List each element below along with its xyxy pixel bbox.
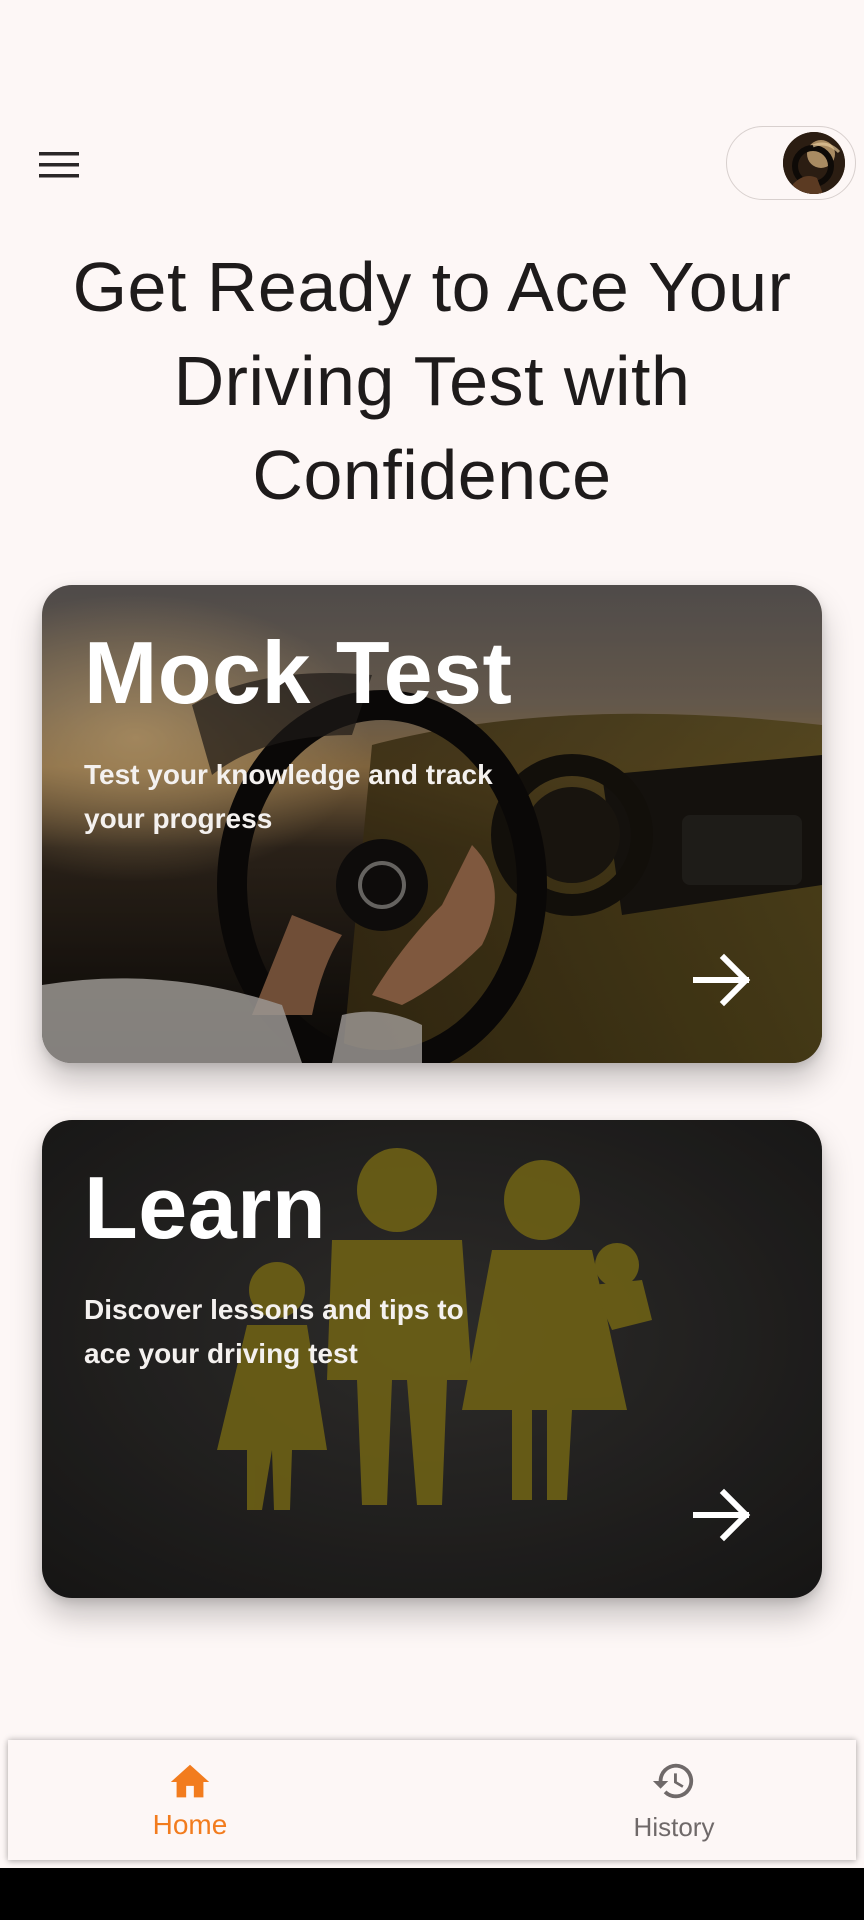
bottom-navigation: Home History	[8, 1740, 856, 1860]
nav-label-home: Home	[152, 1809, 228, 1840]
arrow-right-icon[interactable]	[690, 1482, 756, 1548]
home-screen: Get Ready to Ace Your Driving Test with …	[0, 0, 864, 1920]
learn-description: Discover lessons and tips to ace your dr…	[84, 1294, 464, 1369]
nav-item-home[interactable]: Home	[8, 1740, 432, 1860]
mock-test-card[interactable]: Mock Test Test your knowledge and track …	[42, 585, 822, 1063]
nav-item-history[interactable]: History	[432, 1740, 856, 1860]
mock-test-title: Mock Test	[84, 623, 513, 722]
nav-label-history: History	[633, 1811, 715, 1842]
profile-button[interactable]	[726, 126, 856, 200]
page-title: Get Ready to Ace Your Driving Test with …	[72, 248, 792, 514]
arrow-right-icon[interactable]	[690, 947, 756, 1013]
home-icon	[170, 1764, 210, 1798]
learn-title: Learn	[84, 1158, 327, 1257]
menu-button[interactable]	[30, 140, 88, 190]
system-navigation-bar	[0, 1868, 864, 1920]
mock-test-description: Test your knowledge and track your progr…	[84, 759, 493, 834]
avatar	[783, 132, 845, 194]
menu-icon	[39, 152, 79, 178]
history-icon	[652, 1763, 694, 1798]
learn-card[interactable]: Learn Discover lessons and tips to ace y…	[42, 1120, 822, 1598]
